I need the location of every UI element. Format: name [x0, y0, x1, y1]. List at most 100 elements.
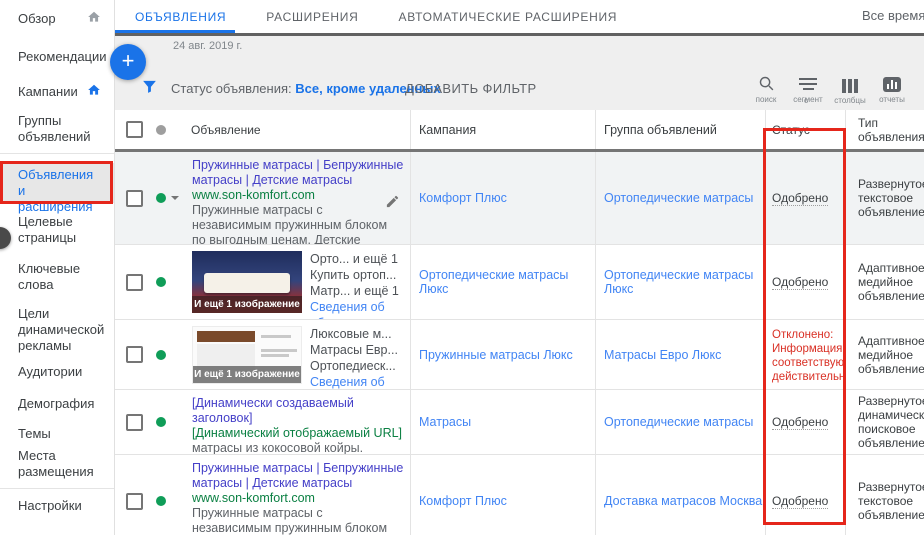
sidebar-item-keywords[interactable]: Ключевые слова — [0, 261, 114, 293]
clipped-tool-label[interactable]: с — [804, 96, 808, 105]
table-row: [Динамически создаваемый заголовок] [Дин… — [115, 390, 924, 455]
chevron-down-icon[interactable] — [171, 196, 179, 200]
ad-type-label: Развернутое текстовое объявление — [845, 455, 924, 535]
ad-text-line: Матрасы Евр... — [310, 342, 404, 358]
tab-ads[interactable]: ОБЪЯВЛЕНИЯ — [135, 10, 226, 24]
segment-icon — [799, 75, 817, 92]
asset-details-link[interactable]: Сведения об объекте — [310, 374, 404, 389]
sidebar-item-landing-pages[interactable]: Целевые страницы — [0, 214, 114, 246]
main-panel: ОБЪЯВЛЕНИЯ РАСШИРЕНИЯ АВТОМАТИЧЕСКИЕ РАС… — [115, 0, 924, 535]
mattress-image — [204, 273, 290, 293]
tab-automated-extensions[interactable]: АВТОМАТИЧЕСКИЕ РАСШИРЕНИЯ — [398, 10, 617, 24]
enabled-dot-icon — [156, 193, 166, 203]
ad-text-line: Купить ортоп... — [310, 267, 404, 283]
ads-table: Объявление Кампания Группа объявлений Ст… — [115, 110, 924, 535]
left-nav: Обзор Рекомендации Кампании Группы объяв… — [0, 0, 115, 535]
select-all-checkbox[interactable] — [126, 121, 143, 138]
ad-group-link[interactable]: Ортопедические матрасы — [604, 191, 753, 205]
tool-label: отчеты — [879, 95, 905, 104]
ad-image-thumbnail: И ещё 1 изображение — [192, 326, 302, 384]
reports-tool[interactable]: отчеты — [871, 75, 913, 105]
header-ad[interactable]: Объявление — [191, 110, 410, 149]
date-range-selector[interactable]: Все время — [862, 8, 924, 23]
segment-tool[interactable]: сегмент — [787, 75, 829, 105]
search-tool[interactable]: поиск — [745, 75, 787, 105]
ad-group-link[interactable]: Матрасы Евро Люкс — [604, 348, 721, 362]
row-checkbox[interactable] — [126, 274, 143, 291]
status-approved[interactable]: Одобрено — [772, 494, 828, 509]
tool-label: поиск — [756, 95, 777, 104]
ad-display-url: www.son-komfort.com — [192, 188, 404, 203]
header-status[interactable]: Статус — [765, 110, 845, 149]
enabled-dot-icon — [156, 417, 166, 427]
ad-text-line: Орто... и ещё 1 — [310, 251, 404, 267]
sidebar-item-topics[interactable]: Темы — [0, 426, 114, 442]
sidebar-item-audiences[interactable]: Аудитории — [0, 364, 114, 380]
ad-display-url: [Динамический отображаемый URL] — [192, 426, 404, 441]
enabled-dot-icon — [156, 496, 166, 506]
row-checkbox[interactable] — [126, 190, 143, 207]
ad-description: матрасы из кокосовой койры. Надежная под… — [192, 441, 404, 454]
ad-headline-link[interactable]: Пружинные матрасы | Бепружинные матрасы … — [192, 461, 404, 491]
filter-icon[interactable] — [141, 78, 158, 95]
header-ad-group[interactable]: Группа объявлений — [595, 110, 765, 149]
sidebar-item-settings[interactable]: Настройки — [0, 498, 114, 514]
add-filter-button[interactable]: ДОБАВИТЬ ФИЛЬТР — [405, 81, 537, 96]
table-row: И ещё 1 изображение Люксовые м... Матрас… — [115, 320, 924, 390]
tab-bar: ОБЪЯВЛЕНИЯ РАСШИРЕНИЯ АВТОМАТИЧЕСКИЕ РАС… — [115, 0, 924, 33]
table-row: Пружинные матрасы | Бепружинные матрасы … — [115, 152, 924, 245]
filter-label: Статус объявления: — [171, 81, 292, 96]
ad-image-thumbnail: И ещё 1 изображение — [192, 251, 302, 313]
home-icon — [87, 10, 101, 24]
status-disapproved[interactable]: Отклонено: Информация, не соответствующа… — [772, 328, 845, 384]
row-checkbox[interactable] — [126, 493, 143, 510]
sidebar-item-ads-extensions[interactable]: Объявления и расширения — [0, 163, 114, 203]
home-filled-icon — [87, 83, 101, 97]
toolbar-area: 24 авг. 2019 г. Статус объявления: Все, … — [115, 36, 924, 110]
ad-headline-link[interactable]: Пружинные матрасы | Бепружинные матрасы … — [192, 158, 404, 188]
ad-status-filter-chip[interactable]: Статус объявления: Все, кроме удаленных — [171, 81, 441, 96]
tab-extensions[interactable]: РАСШИРЕНИЯ — [266, 10, 358, 24]
header-campaign[interactable]: Кампания — [410, 110, 595, 149]
campaign-link[interactable]: Комфорт Плюс — [419, 494, 507, 508]
ad-group-link[interactable]: Доставка матрасов Москва — [604, 494, 762, 508]
ad-display-url: www.son-komfort.com — [192, 491, 404, 506]
edit-pencil-icon[interactable] — [385, 194, 400, 209]
asset-details-link[interactable]: Сведения об объекте — [310, 299, 404, 319]
status-approved[interactable]: Одобрено — [772, 415, 828, 430]
table-row: И ещё 1 изображение Орто... и ещё 1 Купи… — [115, 245, 924, 320]
sidebar-item-recommendations[interactable]: Рекомендации — [0, 49, 114, 65]
campaign-link[interactable]: Матрасы — [419, 415, 471, 429]
ad-type-label: Развернутое текстовое объявление — [845, 152, 924, 244]
search-icon — [758, 75, 775, 92]
sidebar-divider — [0, 153, 114, 154]
campaign-link[interactable]: Пружинные матрасы Люкс — [419, 348, 573, 362]
sidebar-item-placements[interactable]: Места размещения — [0, 448, 114, 480]
ad-type-label: Адаптивное медийное объявление — [845, 320, 924, 389]
ad-text-line: Люксовые м... — [310, 326, 404, 342]
status-approved[interactable]: Одобрено — [772, 275, 828, 290]
header-ad-type[interactable]: Тип объявления — [845, 110, 924, 149]
row-checkbox[interactable] — [126, 346, 143, 363]
table-row: Пружинные матрасы | Бепружинные матрасы … — [115, 455, 924, 535]
ad-type-label: Адаптивное медийное объявление — [845, 245, 924, 319]
tool-label: сегмент — [793, 95, 822, 104]
tool-label: столбцы — [834, 96, 865, 105]
sidebar-divider — [0, 488, 114, 489]
sidebar-item-demographics[interactable]: Демография — [0, 396, 114, 412]
mattress-layers-image — [197, 331, 255, 342]
status-approved[interactable]: Одобрено — [772, 191, 828, 206]
ad-group-link[interactable]: Ортопедические матрасы — [604, 415, 753, 429]
add-ad-fab-button[interactable]: + — [110, 44, 146, 80]
columns-icon — [842, 75, 858, 93]
campaign-link[interactable]: Комфорт Плюс — [419, 191, 507, 205]
row-checkbox[interactable] — [126, 414, 143, 431]
sidebar-item-ad-groups[interactable]: Группы объявлений — [0, 113, 114, 145]
columns-tool[interactable]: столбцы — [829, 75, 871, 105]
ad-headline-link[interactable]: [Динамически создаваемый заголовок] — [192, 396, 404, 426]
ad-description: Пружинные матрасы с независимым пружинны… — [192, 203, 404, 244]
sidebar-item-dynamic-ad-targets[interactable]: Цели динамической рекламы — [0, 306, 114, 354]
campaign-link[interactable]: Ортопедические матрасы Люкс — [419, 268, 595, 296]
google-ads-app: Обзор Рекомендации Кампании Группы объяв… — [0, 0, 924, 535]
ad-group-link[interactable]: Ортопедические матрасы Люкс — [604, 268, 765, 296]
